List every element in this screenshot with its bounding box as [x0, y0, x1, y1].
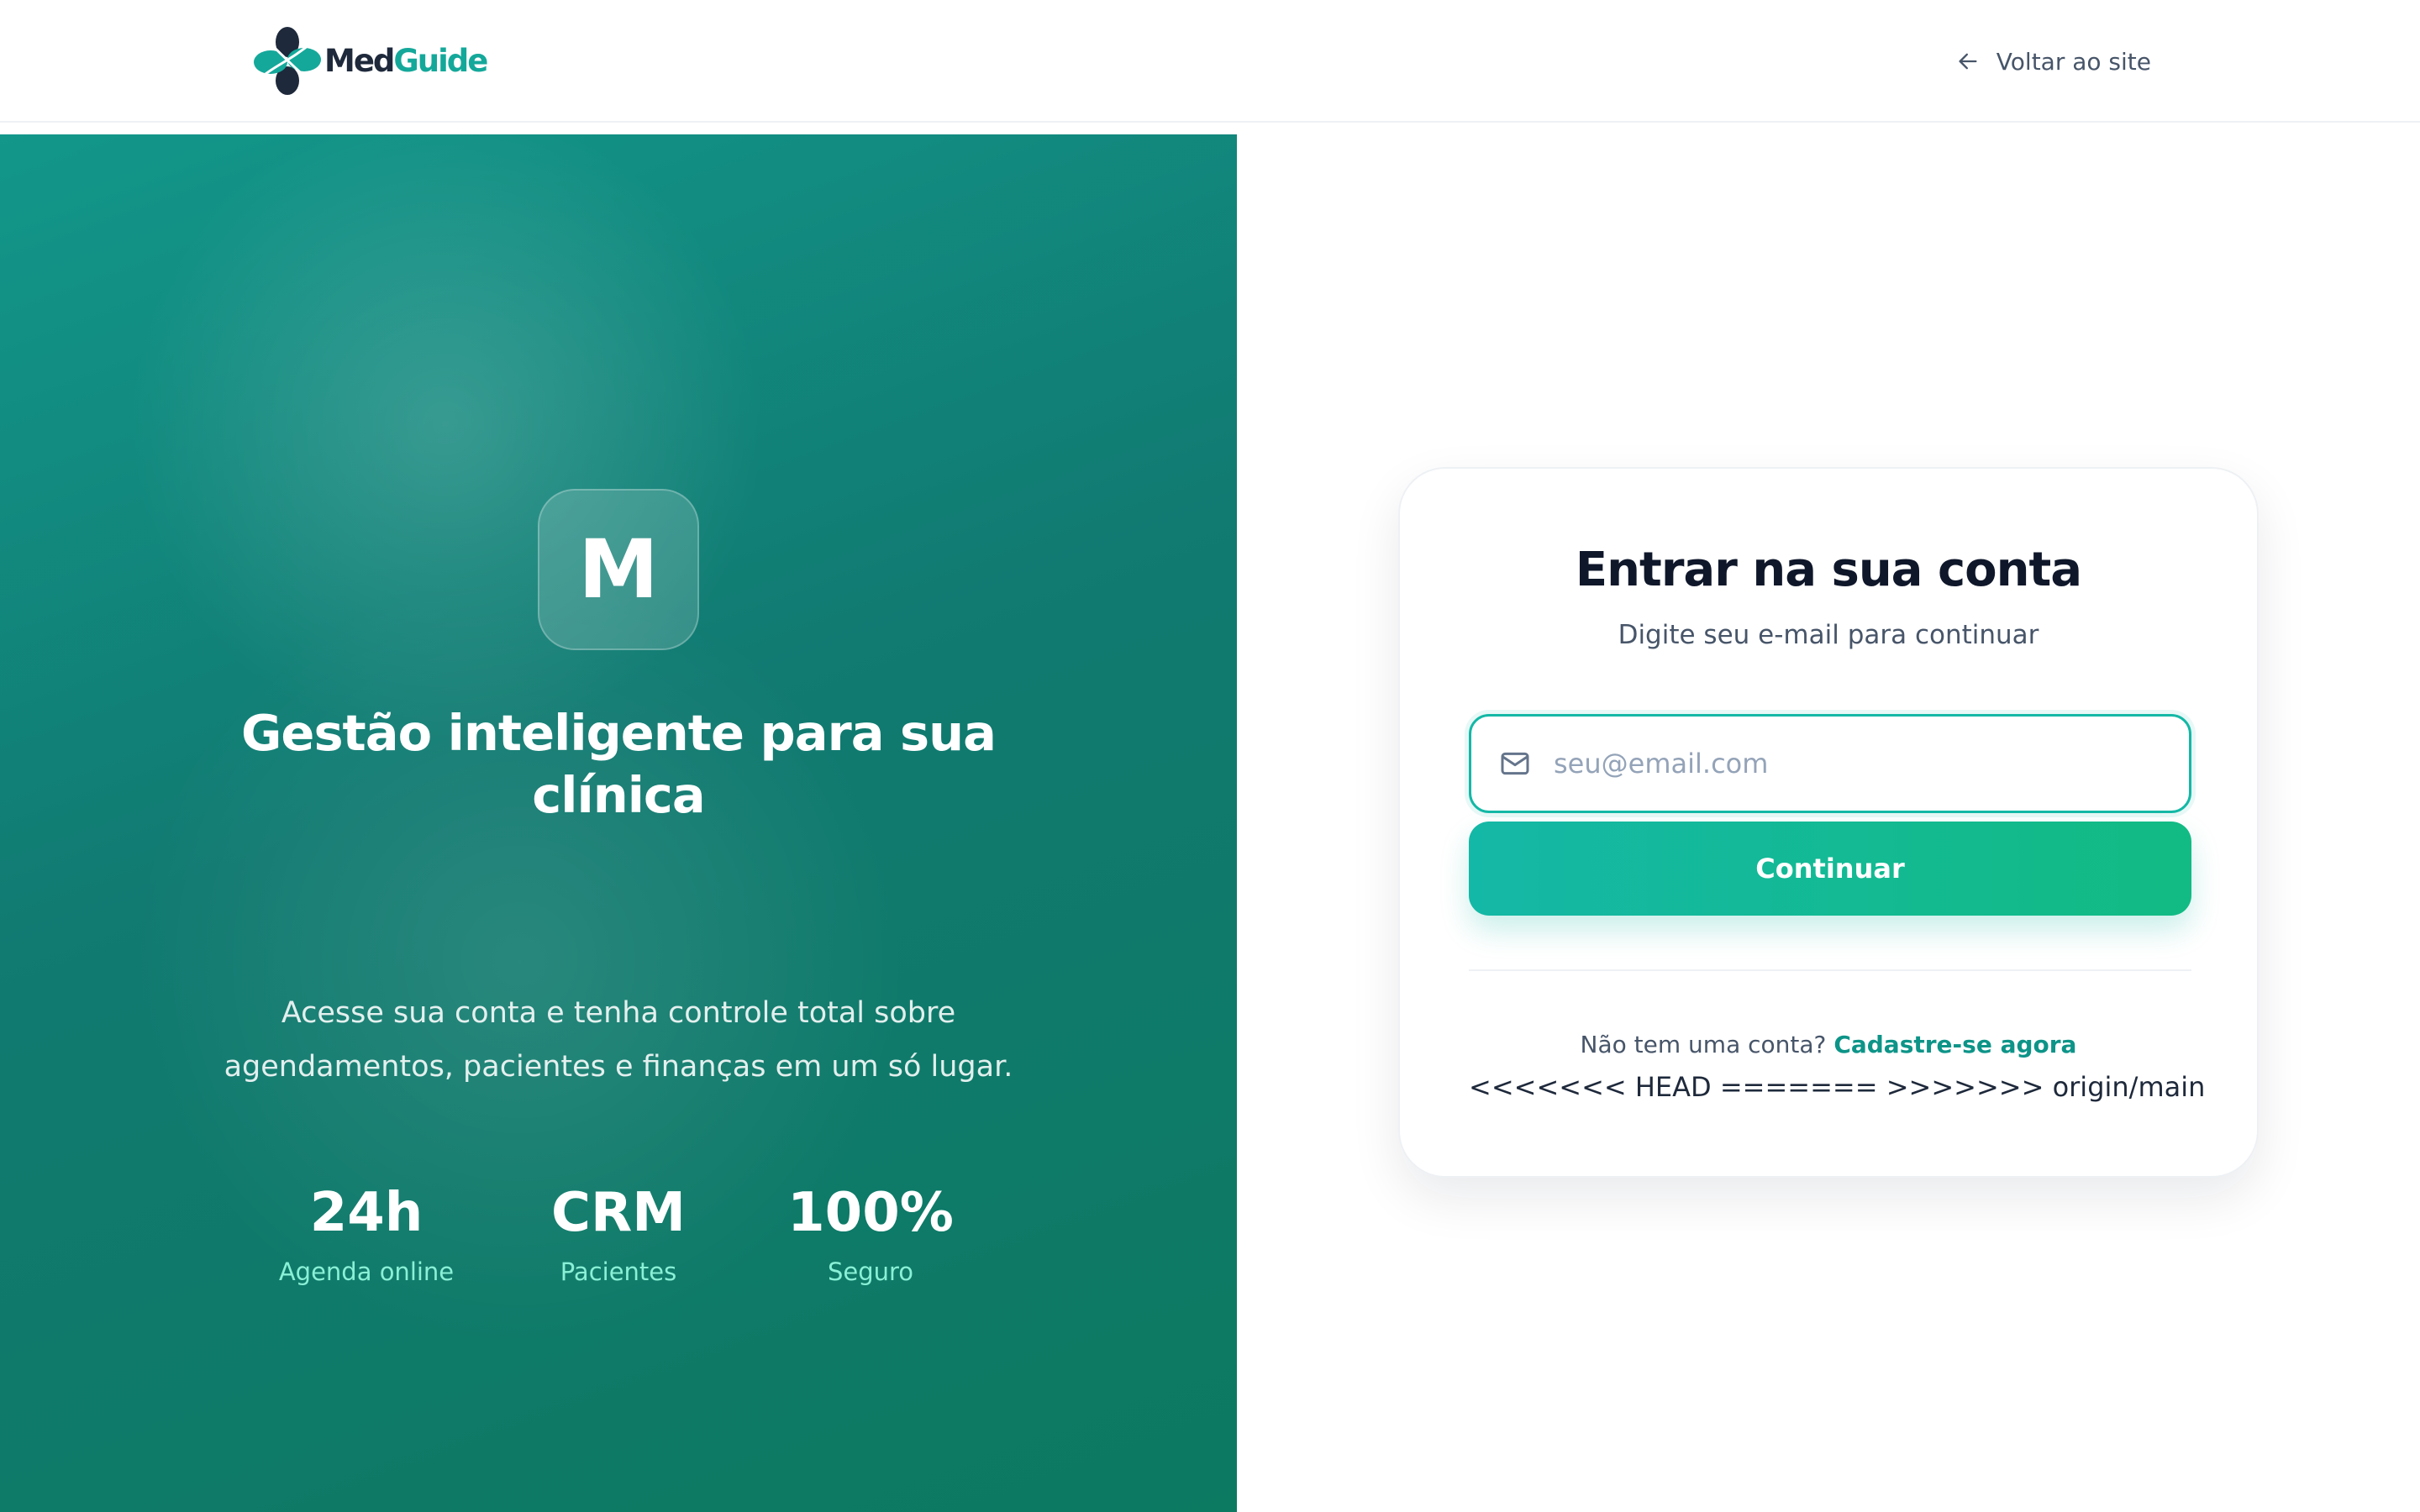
- back-to-site-link[interactable]: Voltar ao site: [1956, 44, 2151, 79]
- brand-name-part1: Med: [324, 42, 395, 79]
- back-to-site-label: Voltar ao site: [1996, 47, 2151, 76]
- mail-icon: [1501, 752, 1529, 775]
- merge-conflict-marker: <<<<<<< HEAD ======= >>>>>>> origin/main: [1469, 1071, 2206, 1103]
- stat-label: Agenda online: [278, 1257, 455, 1286]
- medguide-logo[interactable]: MedGuide: [254, 25, 488, 96]
- stat-value: CRM: [551, 1182, 686, 1244]
- signup-link[interactable]: Cadastre-se agora: [1833, 1031, 2076, 1058]
- arrow-left-icon: [1959, 53, 1977, 70]
- signup-prompt: Não tem uma conta? Cadastre-se agora: [1400, 1028, 2257, 1062]
- hero-stats: 24h Agenda online CRM Pacientes 100% Seg…: [249, 1181, 988, 1290]
- hero-title: Gestão inteligente para sua clínica: [241, 704, 997, 824]
- stat-agenda: 24h Agenda online: [249, 1181, 484, 1289]
- brand-name: MedGuide: [324, 42, 488, 79]
- stat-value: 24h: [309, 1182, 424, 1244]
- login-card: Entrar na sua conta Digite seu e-mail pa…: [1398, 467, 2259, 1178]
- continue-button[interactable]: Continuar: [1469, 822, 2191, 916]
- hero-badge: M: [538, 489, 699, 650]
- hero-panel: M Gestão inteligente para sua clínica Ac…: [0, 134, 1237, 1512]
- login-title: Entrar na sua conta: [1575, 543, 2082, 597]
- signup-prompt-text: Não tem uma conta?: [1580, 1031, 1827, 1058]
- email-field[interactable]: [1469, 714, 2191, 813]
- top-header: MedGuide Voltar ao site: [0, 0, 2420, 123]
- stat-label: Pacientes: [560, 1257, 677, 1286]
- stat-crm: CRM Pacientes: [501, 1181, 736, 1289]
- stat-value: 100%: [787, 1182, 954, 1244]
- login-subtitle: Digite seu e-mail para continuar: [1618, 620, 2039, 650]
- brand-name-part2: Guide: [393, 42, 488, 79]
- hero-description: Acesse sua conta e tenha controle total …: [224, 996, 1013, 1084]
- stat-security: 100% Seguro: [753, 1181, 988, 1289]
- medguide-logo-icon: [254, 27, 321, 95]
- email-input[interactable]: [1554, 717, 2189, 811]
- divider: [1469, 969, 2191, 971]
- stat-label: Seguro: [827, 1257, 914, 1286]
